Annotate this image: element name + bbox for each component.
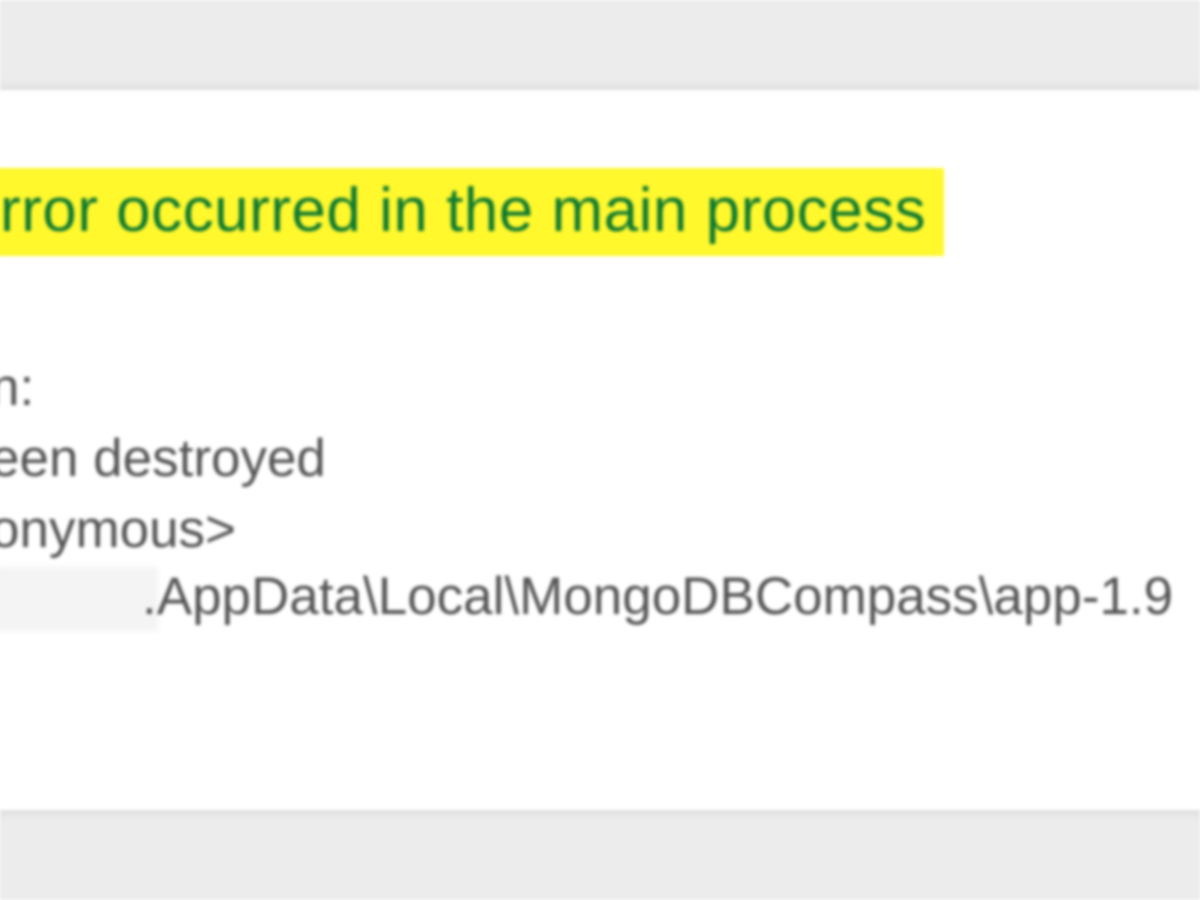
bottom-band xyxy=(0,810,1200,900)
error-line-1: n: xyxy=(0,352,326,423)
dialog-title: rror occurred in the main process xyxy=(0,168,944,256)
error-details: n: een destroyed onymous> xyxy=(0,352,326,565)
error-line-3: onymous> xyxy=(0,494,326,565)
redacted-region xyxy=(0,567,158,631)
error-dialog-crop: rror occurred in the main process n: een… xyxy=(0,0,1200,900)
error-line-2: een destroyed xyxy=(0,423,326,494)
top-band xyxy=(0,0,1200,90)
dialog-title-wrap: rror occurred in the main process xyxy=(0,168,944,256)
error-path-line: .AppData\Local\MongoDBCompass\app-1.9 xyxy=(142,566,1173,627)
dialog-content-area: rror occurred in the main process n: een… xyxy=(0,90,1200,810)
